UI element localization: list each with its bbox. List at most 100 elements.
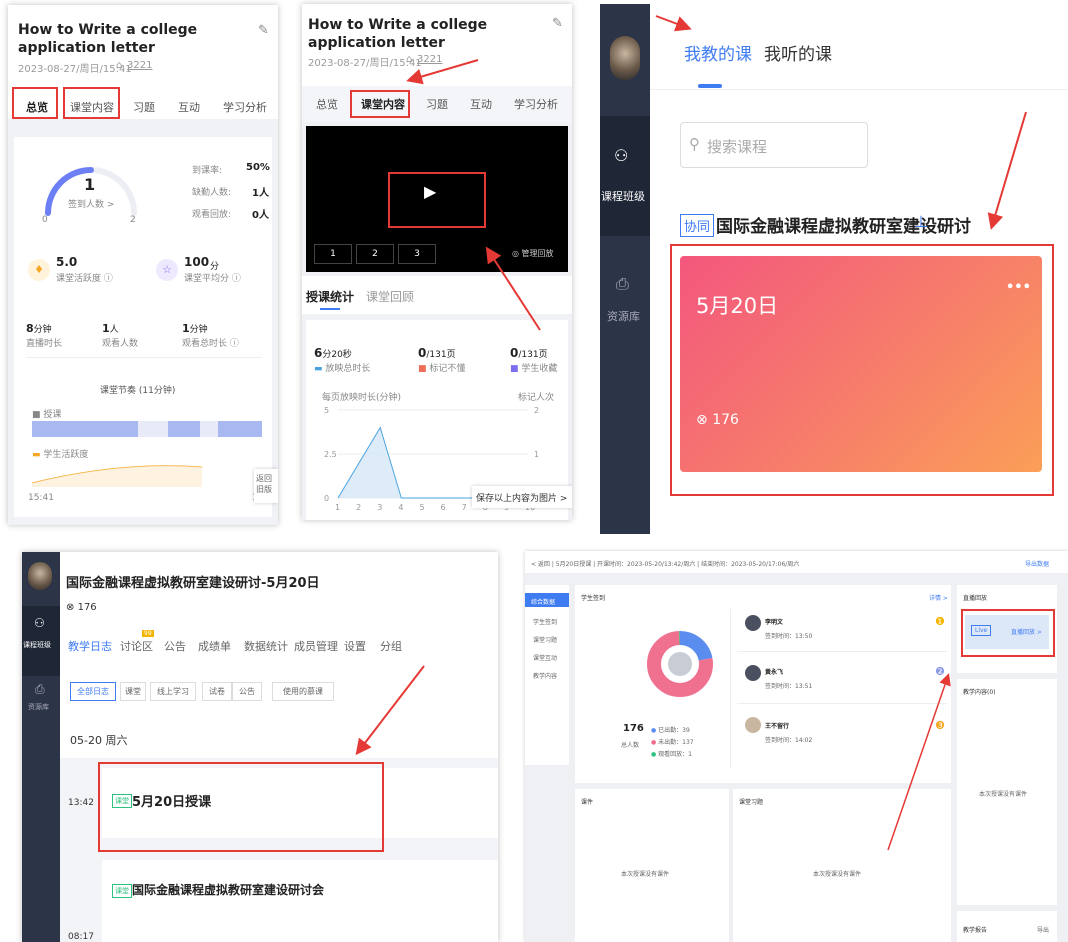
course-title[interactable]: 国际金融课程虚拟教研室建设研讨 <box>716 212 971 237</box>
manage-replay-button[interactable]: ◎ 管理回放 <box>512 248 554 259</box>
y-tick-label: 2.5 <box>324 450 337 459</box>
tab-log[interactable]: 教学日志 <box>68 638 112 654</box>
course-card[interactable]: 5月20日 ••• ⊗ 176 <box>680 256 1042 472</box>
tab-interaction[interactable]: 互动 <box>470 96 492 112</box>
student-name: 李明文 <box>765 619 784 626</box>
time-start: 15:41 <box>28 493 54 503</box>
nav-item-resources[interactable]: ⎙ 资源库 <box>600 264 650 344</box>
member-count: ⊗ 176 <box>696 412 739 428</box>
filter-class[interactable]: 课堂 <box>120 682 146 701</box>
filter-online[interactable]: 线上学习 <box>150 682 196 701</box>
menu-item[interactable]: 教学内容 <box>533 671 557 680</box>
class-icon: ⚇ <box>614 146 629 165</box>
views-count: 3221 <box>127 60 153 71</box>
divider <box>737 651 947 652</box>
edit-icon[interactable]: ✎ <box>258 23 269 38</box>
pin-icon[interactable]: ⊥ <box>914 212 928 231</box>
highlight-box <box>63 87 120 119</box>
save-image-button[interactable]: 保存以上内容为图片 > <box>472 486 572 508</box>
student-name: 黄永飞 <box>765 669 784 676</box>
gauge-label[interactable]: 签到人数 > <box>68 197 114 210</box>
stat: 6分20秒 ▬ 放映总时长 <box>314 346 371 374</box>
menu-item[interactable]: 综合数据 <box>525 593 569 607</box>
filter-all[interactable]: 全部日志 <box>70 682 116 701</box>
exercise-card: 课堂习题 本次授课没有课件 <box>733 789 951 942</box>
header: How to Write a college application lette… <box>302 4 572 86</box>
menu-item[interactable]: 课堂习题 <box>533 635 557 644</box>
nav-label: 课程班级 <box>23 641 51 649</box>
tab-discussion[interactable]: 讨论区 <box>120 638 153 654</box>
y-tick-label: 5 <box>324 406 329 415</box>
filter-exam[interactable]: 试卷 <box>202 682 232 701</box>
tab-analysis[interactable]: 学习分析 <box>514 96 558 112</box>
panel-teaching-log: ⚇ 课程班级 ⎙ 资源库 国际金融课程虚拟教研室建设研讨-5月20日 ⊗ 176… <box>22 552 498 942</box>
highlight-box <box>388 172 486 228</box>
activity-value: 5.0 <box>56 255 78 269</box>
content-card: 教学内容(0) 本次授课没有课件 <box>957 679 1057 905</box>
page-button[interactable]: 3 <box>398 244 436 264</box>
back-old-button[interactable]: 返回旧版 <box>254 469 278 503</box>
subtab-stats[interactable]: 授课统计 <box>306 288 354 305</box>
sidebar: ⚇ 课程班级 ⎙ 资源库 <box>600 4 650 534</box>
stat-value: 0人 <box>252 210 269 221</box>
nav-item-courses[interactable]: ⚇ 课程班级 <box>600 116 650 236</box>
tab-grades[interactable]: 成绩单 <box>198 638 231 654</box>
nav-item-courses[interactable]: ⚇ 课程班级 <box>22 606 60 676</box>
page-button[interactable]: 2 <box>356 244 394 264</box>
medal-icon: ❸ <box>935 719 945 732</box>
highlight-box <box>12 87 58 119</box>
tab-teaching[interactable]: 我教的课 <box>684 40 752 65</box>
highlight-box <box>350 90 410 118</box>
filter-announcement[interactable]: 公告 <box>232 682 262 701</box>
tab-listening[interactable]: 我听的课 <box>764 40 832 65</box>
card-title: 学生签到 <box>581 595 606 602</box>
avatar[interactable] <box>28 562 52 590</box>
nav-item-resources[interactable]: ⎙ 资源库 <box>22 678 60 728</box>
tab-exercise[interactable]: 习题 <box>426 96 448 112</box>
tab-exercise[interactable]: 习题 <box>133 99 155 115</box>
card-title: 教学内容(0) <box>963 689 996 696</box>
tab-overview[interactable]: 总览 <box>316 96 338 112</box>
tab-groups[interactable]: 分组 <box>380 638 402 654</box>
detail-link[interactable]: 详情 > <box>929 593 948 602</box>
more-icon[interactable]: ••• <box>1006 280 1031 295</box>
menu-item[interactable]: 课堂互动 <box>533 653 557 662</box>
member-count: ⊗ 176 <box>66 602 97 613</box>
score-value: 100 <box>184 255 210 269</box>
log-area: 全部日志 课堂 线上学习 试卷 公告 使用的慕课 05-20 周六 13:42 … <box>60 670 498 942</box>
tab-analysis[interactable]: 学习分析 <box>223 99 267 115</box>
breadcrumb[interactable]: < 返回 | 5月20日授课 | 开课时间：2023-05-20/13:42/周… <box>531 559 799 568</box>
x-tick-label: 3 <box>377 503 382 512</box>
card-date: 5月20日 <box>696 294 779 318</box>
card-title: 课件 <box>581 799 594 806</box>
y2-tick-label: 2 <box>534 406 539 415</box>
log-entry[interactable]: 课堂 国际金融课程虚拟教研室建设研讨会 <box>102 860 498 942</box>
avatar[interactable] <box>610 36 640 80</box>
tab-announcement[interactable]: 公告 <box>164 638 186 654</box>
edit-icon[interactable]: ✎ <box>552 16 563 31</box>
search-input[interactable]: ⚲ 搜索课程 <box>680 122 868 168</box>
video-player[interactable]: ▶ 1 2 3 ◎ 管理回放 <box>306 126 568 272</box>
tab-members[interactable]: 成员管理 <box>294 638 338 654</box>
tab-interaction[interactable]: 互动 <box>178 99 200 115</box>
sidebar: ⚇ 课程班级 ⎙ 资源库 <box>22 552 60 942</box>
page-button[interactable]: 1 <box>314 244 352 264</box>
entry-tag: 课堂 <box>112 884 132 898</box>
tab-settings[interactable]: 设置 <box>344 638 366 654</box>
stat: 0/131页 ■ 标记不懂 <box>418 346 466 374</box>
tab-statistics[interactable]: 数据统计 <box>244 638 288 654</box>
stat-label: 到课率: <box>192 166 223 176</box>
nav-label: 课程班级 <box>601 190 645 203</box>
menu-item[interactable]: 学生签到 <box>533 617 557 626</box>
stat-value: 50% <box>246 162 270 173</box>
person-icon: ⊗ <box>696 412 708 428</box>
subtab-review[interactable]: 课堂回顾 <box>366 288 414 305</box>
filter-mooc[interactable]: 使用的慕课 <box>272 682 334 701</box>
page-title: 国际金融课程虚拟教研室建设研讨-5月20日 <box>66 576 320 591</box>
divider <box>730 609 731 769</box>
stat-label: 观看回放: <box>192 210 232 220</box>
resource-icon: ⎙ <box>35 682 45 696</box>
search-placeholder: 搜索课程 <box>707 138 768 156</box>
export-button[interactable]: 导出数据 <box>1025 559 1049 568</box>
report-export[interactable]: 导出 <box>1037 925 1049 934</box>
